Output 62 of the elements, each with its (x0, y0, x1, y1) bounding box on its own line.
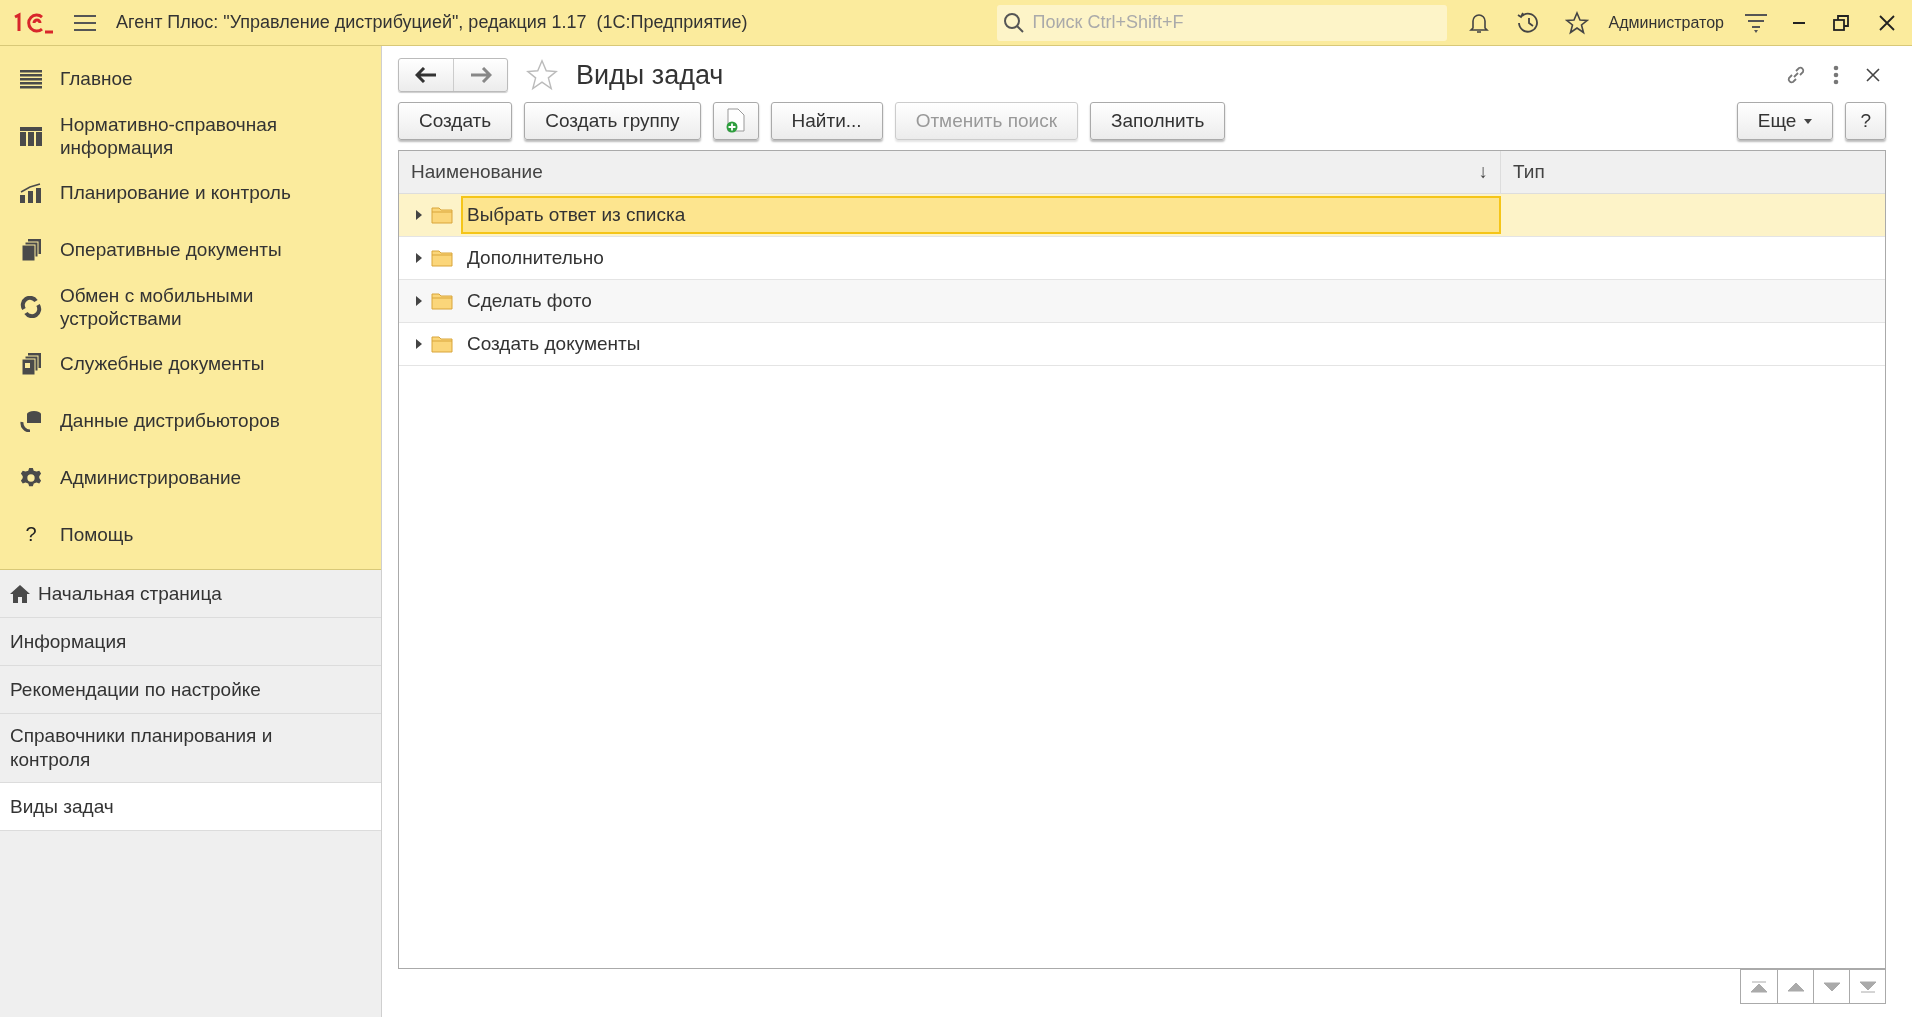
section-item[interactable]: Оперативные документы (0, 221, 381, 278)
dots-icon (1832, 64, 1840, 86)
expand-icon[interactable] (415, 210, 423, 220)
more-button[interactable]: Еще (1736, 102, 1834, 140)
section-item[interactable]: Планирование и контроль (0, 164, 381, 221)
section-item[interactable]: Обмен с мобильными устройствами (0, 278, 381, 335)
toolbar-button[interactable]: Создать (398, 102, 513, 140)
column-header[interactable]: Тип (1501, 151, 1885, 193)
column-header[interactable]: Наименование ↓ (399, 151, 1501, 193)
expand-icon[interactable] (415, 339, 423, 349)
bar-chart-icon (20, 181, 42, 204)
arrow-right-icon (469, 67, 492, 83)
add-document-button[interactable] (712, 102, 759, 140)
home-icon (10, 584, 30, 603)
settings-icon (20, 466, 42, 489)
star-icon (1564, 10, 1589, 35)
folder-icon (431, 292, 453, 310)
window-title: Агент Плюс: "Управление дистрибуцией", редакция 1.17 (1С:Предприятие) (116, 12, 749, 33)
menu-icon (74, 13, 96, 32)
columns-icon (20, 124, 42, 147)
search-icon (1002, 11, 1025, 34)
sort-indicator: ↓ (1478, 161, 1488, 183)
database-icon (20, 409, 42, 432)
table-cell-text: Дополнительно (466, 246, 605, 270)
form-title: Виды задач (576, 59, 725, 91)
section-item[interactable]: Администрирование (0, 449, 381, 506)
toolbar-button[interactable]: Заполнить (1090, 102, 1226, 140)
minimize-icon (1792, 20, 1806, 25)
toolbar-button[interactable]: Найти... (770, 102, 883, 140)
folder-icon (431, 206, 453, 224)
table-cell-text: Создать документы (466, 332, 642, 356)
search-field[interactable]: Поиск Ctrl+Shift+F (996, 4, 1447, 41)
arrow-left-icon (415, 67, 437, 83)
expand-icon[interactable] (415, 253, 423, 263)
section-item[interactable]: Нормативно-справочная информация (0, 107, 381, 164)
folder-icon (431, 335, 453, 353)
table-cell: Выбрать ответ из списка (461, 196, 1501, 234)
section-item[interactable]: ? Помощь (0, 506, 381, 563)
star-icon[interactable] (524, 58, 560, 92)
table-row[interactable]: Выбрать ответ из списка (399, 194, 1885, 237)
open-page-tab[interactable]: Виды задач (0, 783, 381, 831)
filter-icon (1744, 11, 1768, 34)
scroll-top-icon (1748, 979, 1770, 994)
section-item[interactable]: Служебные документы (0, 335, 381, 392)
close-icon (1864, 66, 1882, 84)
list-icon (20, 67, 42, 90)
help-icon: ? (20, 523, 42, 546)
documents-icon (20, 238, 42, 261)
toolbar-button[interactable]: Создать группу (524, 102, 701, 140)
section-item[interactable]: Данные дистрибьюторов (0, 392, 381, 449)
caret-icon (1804, 118, 1813, 124)
help-button[interactable]: ? (1845, 102, 1886, 140)
user-name[interactable]: Администратор (1608, 13, 1724, 32)
expand-icon[interactable] (415, 296, 423, 306)
folder-icon (431, 249, 453, 267)
sync-icon (20, 295, 42, 318)
table-row[interactable]: Сделать фото (399, 280, 1885, 323)
search-input[interactable]: Поиск Ctrl+Shift+F (1030, 11, 1441, 34)
section-item[interactable]: Главное (0, 50, 381, 107)
documents-icon (20, 352, 42, 375)
logo-icon (12, 11, 54, 34)
table-cell-text: Сделать фото (466, 289, 593, 313)
